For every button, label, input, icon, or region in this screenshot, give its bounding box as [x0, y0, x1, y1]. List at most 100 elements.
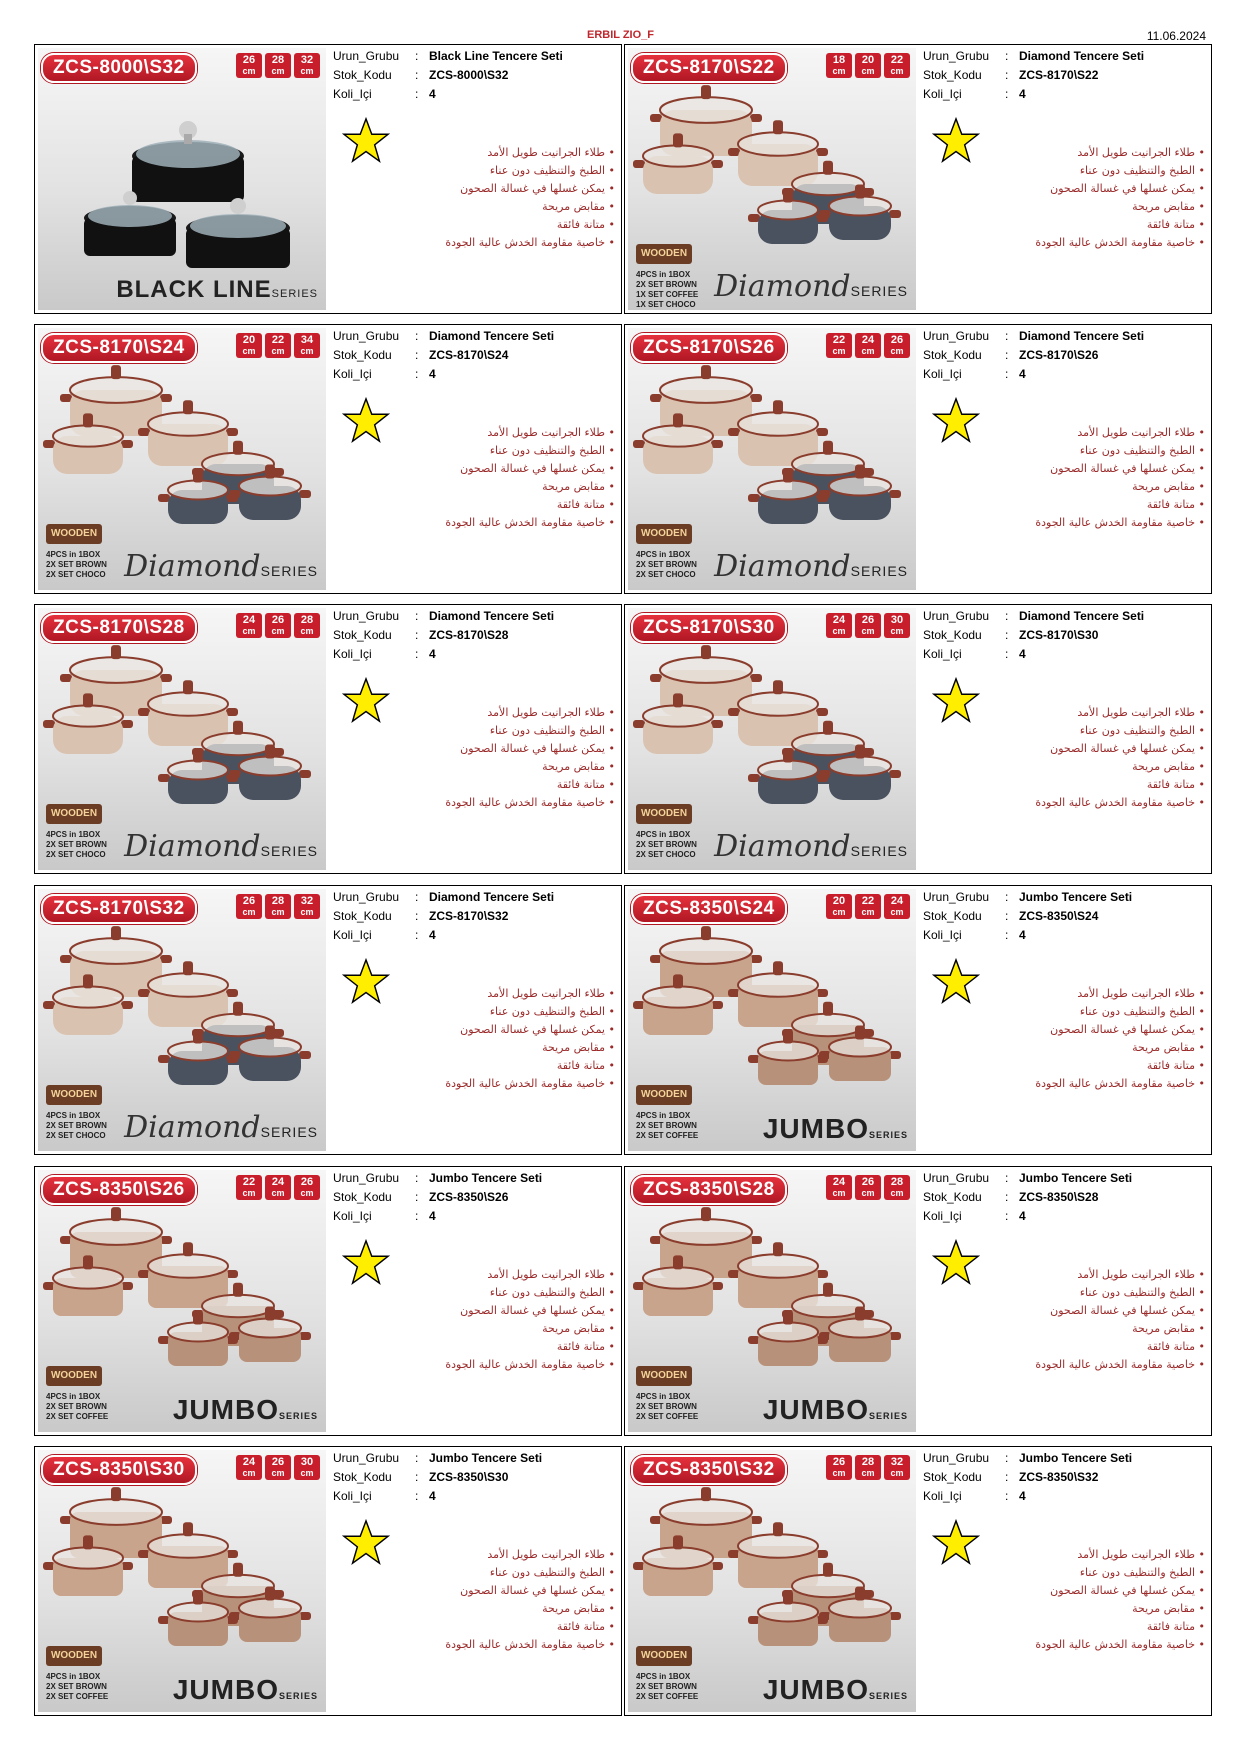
feature-item: متانة فائقة — [335, 496, 615, 514]
colon: : — [1005, 367, 1009, 381]
series-name: BLACK LINE — [116, 276, 272, 303]
size-badge: 32 cm — [294, 894, 320, 919]
feature-item: الطبخ والتنظيف دون عناء — [335, 1003, 615, 1021]
code-value: ZCS-8170\S30 — [1019, 628, 1099, 642]
feature-item: طلاء الجرانيت طويل الأمد — [335, 424, 615, 442]
group-value: Black Line Tencere Seti — [429, 49, 563, 63]
feature-item: مقابض مريحة — [925, 758, 1205, 776]
colon: : — [415, 68, 419, 82]
box-info-line: 2X SET CHOCO — [46, 850, 106, 859]
feature-item: طلاء الجرانيت طويل الأمد — [925, 704, 1205, 722]
feature-list: طلاء الجرانيت طويل الأمدالطبخ والتنظيف د… — [335, 704, 615, 812]
feature-item: يمكن غسلها في غسالة الصحون — [925, 1021, 1205, 1039]
product-info: Urun_Grubu: Jumbo Tencere Seti Stok_Kodu:… — [923, 888, 1208, 945]
feature-item: متانة فائقة — [925, 496, 1205, 514]
size-badge: 32 cm — [294, 53, 320, 78]
qty-label: Koli_Içi — [333, 1209, 372, 1223]
product-card: ZCS-8350\S32 26 cm 28 cm 32 cm WOODEN 4PCS in… — [624, 1446, 1212, 1716]
feature-list: طلاء الجرانيت طويل الأمدالطبخ والتنظيف د… — [335, 1266, 615, 1374]
size-badge: 24 cm — [826, 613, 852, 638]
colon: : — [415, 609, 419, 623]
feature-item: متانة فائقة — [925, 1057, 1205, 1075]
product-code-badge: ZCS-8170\S32 — [41, 894, 197, 924]
qty-value: 4 — [429, 647, 436, 661]
feature-item: خاصية مقاومة الخدش عالية الجودة — [925, 514, 1205, 532]
size-badges: 26 cm 28 cm 32 cm — [236, 894, 320, 919]
box-info-line: 2X SET BROWN — [636, 840, 697, 849]
feature-item: مقابض مريحة — [335, 1320, 615, 1338]
wooden-label: WOODEN — [46, 1085, 102, 1105]
series-name: JUMBO — [172, 1674, 279, 1705]
product-code-badge: ZCS-8170\S24 — [41, 333, 197, 363]
feature-item: خاصية مقاومة الخدش عالية الجودة — [925, 234, 1205, 252]
size-badge: 32 cm — [884, 1455, 910, 1480]
wooden-label: WOODEN — [636, 804, 692, 824]
series-logo: DiamondSERIES — [124, 829, 318, 864]
group-value: Jumbo Tencere Seti — [1019, 890, 1133, 904]
qty-value: 4 — [1019, 87, 1026, 101]
feature-item: الطبخ والتنظيف دون عناء — [925, 1564, 1205, 1582]
size-badge: 20 cm — [855, 53, 881, 78]
feature-item: متانة فائقة — [335, 216, 615, 234]
box-info-line: 2X SET COFFEE — [46, 1692, 109, 1701]
wooden-label: WOODEN — [636, 1085, 692, 1105]
box-info-line: 1X SET CHOCO — [636, 300, 696, 309]
colon: : — [415, 329, 419, 343]
size-badge: 22 cm — [826, 333, 852, 358]
feature-item: يمكن غسلها في غسالة الصحون — [335, 1302, 615, 1320]
feature-item: الطبخ والتنظيف دون عناء — [335, 1284, 615, 1302]
code-label: Stok_Kodu — [333, 348, 392, 362]
feature-item: الطبخ والتنظيف دون عناء — [335, 442, 615, 460]
box-info: 4PCS in 1BOX 2X SET BROWN 2X SET CHOCO — [636, 550, 697, 580]
size-badges: 24 cm 26 cm 30 cm — [826, 613, 910, 638]
box-info-line: 2X SET CHOCO — [46, 1131, 106, 1140]
code-value: ZCS-8350\S26 — [429, 1190, 509, 1204]
group-value: Diamond Tencere Seti — [1019, 609, 1145, 623]
box-info-line: 2X SET BROWN — [46, 1682, 107, 1691]
size-badge: 20 cm — [826, 894, 852, 919]
document-date: 11.06.2024 — [1146, 29, 1206, 43]
size-badges: 24 cm 26 cm 28 cm — [236, 613, 320, 638]
colon: : — [415, 628, 419, 642]
size-badge: 26 cm — [265, 613, 291, 638]
series-name: JUMBO — [762, 1674, 869, 1705]
group-value: Jumbo Tencere Seti — [429, 1171, 543, 1185]
series-suffix: SERIES — [850, 843, 908, 859]
group-value: Diamond Tencere Seti — [429, 329, 555, 343]
qty-value: 4 — [429, 928, 436, 942]
colon: : — [1005, 609, 1009, 623]
series-logo: JUMBOSERIES — [763, 1113, 908, 1145]
feature-item: الطبخ والتنظيف دون عناء — [925, 1284, 1205, 1302]
series-suffix: SERIES — [868, 1411, 908, 1421]
feature-item: خاصية مقاومة الخدش عالية الجودة — [335, 234, 615, 252]
group-value: Diamond Tencere Seti — [1019, 329, 1145, 343]
size-badge: 24 cm — [265, 1175, 291, 1200]
series-logo: DiamondSERIES — [714, 829, 908, 864]
group-label: Urun_Grubu — [333, 49, 400, 63]
series-suffix: SERIES — [260, 843, 318, 859]
box-info-line: 2X SET BROWN — [46, 1402, 107, 1411]
colon: : — [1005, 928, 1009, 942]
colon: : — [415, 647, 419, 661]
wooden-label: WOODEN — [636, 1366, 692, 1386]
box-info-line: 2X SET BROWN — [636, 1402, 697, 1411]
feature-item: مقابض مريحة — [925, 478, 1205, 496]
group-label: Urun_Grubu — [333, 890, 400, 904]
feature-item: الطبخ والتنظيف دون عناء — [335, 1564, 615, 1582]
feature-item: طلاء الجرانيت طويل الأمد — [925, 1266, 1205, 1284]
size-badge: 22 cm — [265, 333, 291, 358]
feature-item: خاصية مقاومة الخدش عالية الجودة — [925, 794, 1205, 812]
feature-item: خاصية مقاومة الخدش عالية الجودة — [925, 1075, 1205, 1093]
series-name: Diamond — [714, 829, 851, 864]
qty-label: Koli_Içi — [333, 1489, 372, 1503]
colon: : — [415, 909, 419, 923]
feature-item: طلاء الجرانيت طويل الأمد — [335, 144, 615, 162]
product-info: Urun_Grubu: Diamond Tencere Seti Stok_Kod… — [923, 327, 1208, 384]
series-name: Diamond — [714, 269, 851, 304]
feature-item: الطبخ والتنظيف دون عناء — [925, 722, 1205, 740]
box-info-line: 2X SET BROWN — [46, 1121, 107, 1130]
series-suffix: SERIES — [260, 563, 318, 579]
product-photo: ZCS-8170\S28 24 cm 26 cm 28 cm WOODEN 4PCS in… — [38, 608, 326, 870]
box-info: 4PCS in 1BOX 2X SET BROWN 2X SET CHOCO — [636, 830, 697, 860]
feature-item: يمكن غسلها في غسالة الصحون — [335, 740, 615, 758]
